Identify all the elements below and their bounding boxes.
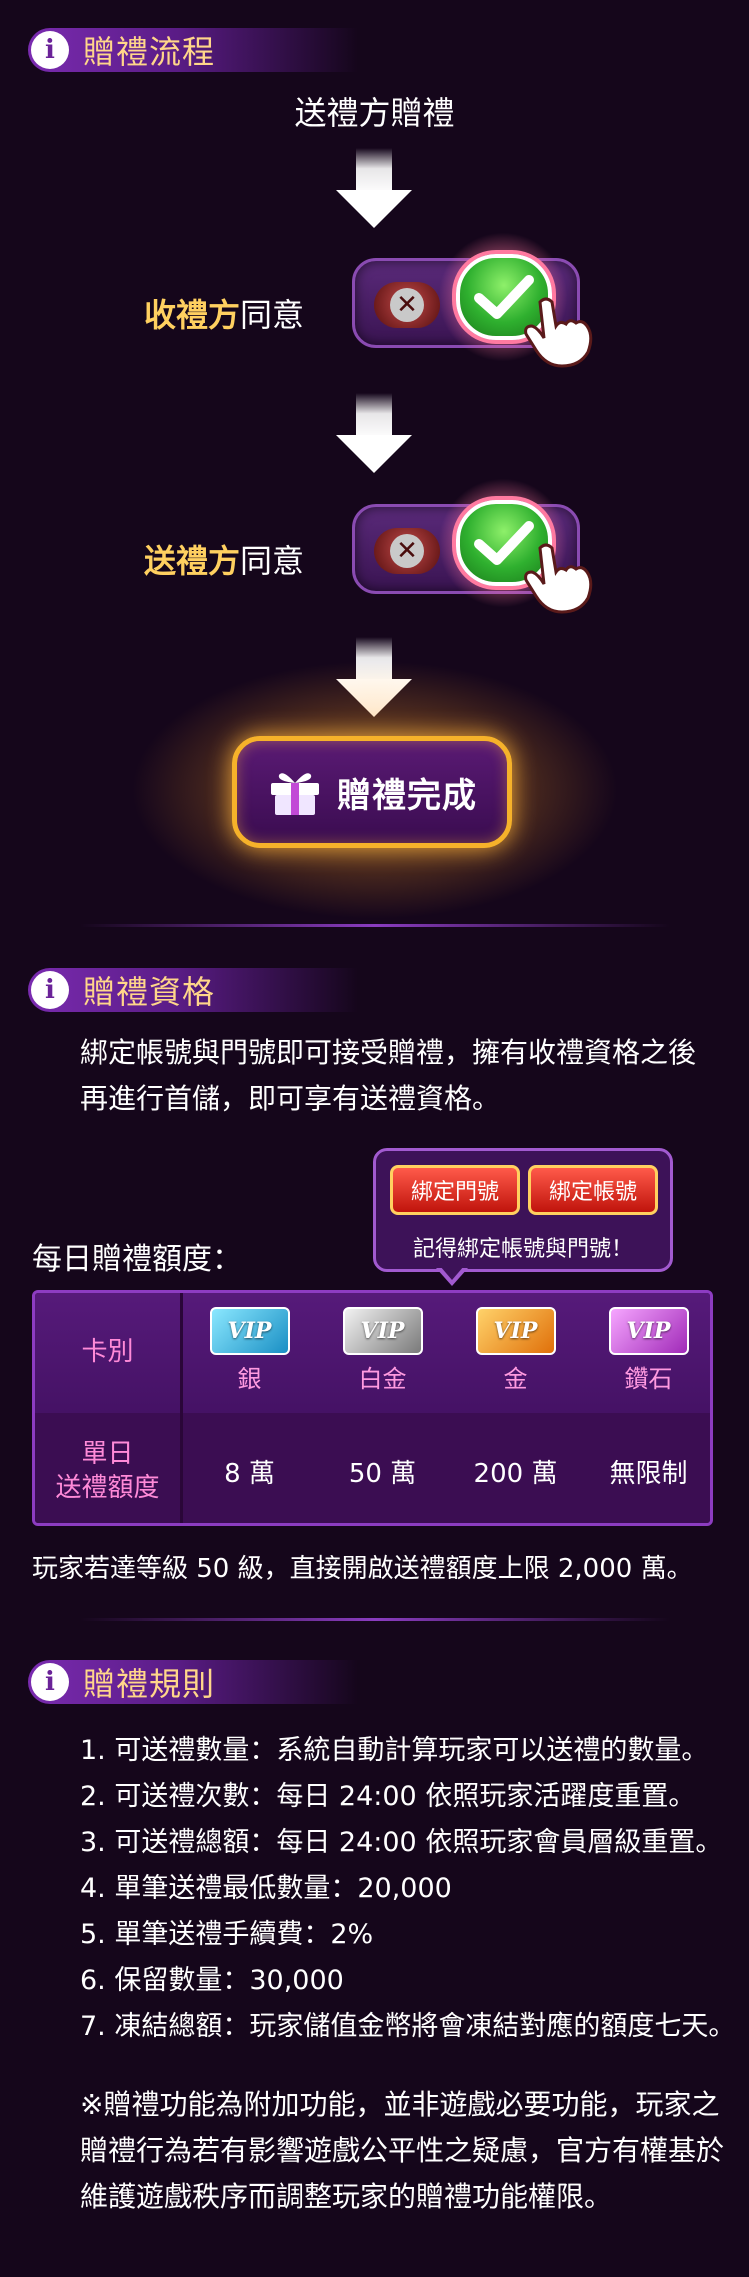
decline-button[interactable]: ✕ — [374, 528, 440, 574]
bind-reminder-tooltip: 綁定門號 綁定帳號 記得綁定帳號與門號！ — [373, 1148, 673, 1272]
header-daily-limit: 單日 送禮額度 — [55, 1439, 160, 1503]
list-item: 7. 凍結總額：玩家儲值金幣將會凍結對應的額度七天。 — [80, 2011, 736, 2042]
section-divider — [80, 1618, 670, 1621]
section-header-gift-flow: i 贈禮流程 — [28, 28, 358, 72]
gift-complete-label: 贈禮完成 — [337, 775, 477, 816]
rules-list: 1. 可送禮數量：系統自動計算玩家可以送禮的數量。 2. 可送禮次數：每日 24… — [80, 1728, 735, 2050]
list-item: 4. 單筆送禮最低數量：20,000 — [80, 1873, 452, 1904]
receiver-agree-control: ✕ — [352, 232, 602, 372]
section-title: 贈禮規則 — [83, 1665, 216, 1703]
step-sender-gift: 送禮方贈禮 — [294, 94, 455, 132]
vip-badge-icon: VIP — [475, 1307, 556, 1355]
tier-gold: VIP 金 — [449, 1307, 582, 1394]
tier-platinum: VIP 白金 — [316, 1307, 449, 1394]
list-item: 5. 單筆送禮手續費：2% — [80, 1919, 374, 1950]
close-icon: ✕ — [390, 534, 424, 568]
list-item: 1. 可送禮數量：系統自動計算玩家可以送禮的數量。 — [80, 1735, 709, 1766]
gift-complete-badge: 贈禮完成 — [232, 736, 512, 848]
limit-diamond: 無限制 — [609, 1459, 688, 1489]
arrow-down-icon — [336, 148, 412, 228]
limit-platinum: 50 萬 — [348, 1459, 417, 1489]
tier-diamond: VIP 鑽石 — [582, 1307, 710, 1394]
level-note: 玩家若達等級 50 級，直接開啟送禮額度上限 2,000 萬。 — [32, 1554, 693, 1584]
limit-gold: 200 萬 — [473, 1459, 558, 1489]
info-icon: i — [31, 1663, 69, 1701]
decline-button[interactable]: ✕ — [374, 282, 440, 328]
section-header-gift-rules: i 贈禮規則 — [28, 1660, 358, 1704]
bind-phone-button[interactable]: 綁定門號 — [390, 1165, 520, 1215]
qualification-text: 綁定帳號與門號即可接受贈禮，擁有收禮資格之後 再進行首儲，即可享有送禮資格。 — [80, 1036, 697, 1115]
limit-silver: 8 萬 — [224, 1459, 275, 1489]
header-tier: 卡別 — [81, 1337, 134, 1367]
vip-badge-icon: VIP — [342, 1307, 423, 1355]
list-item: 6. 保留數量：30,000 — [80, 1965, 344, 1996]
tier-silver: VIP 銀 — [183, 1307, 316, 1394]
disclaimer: ※贈禮功能為附加功能，並非遊戲必要功能，玩家之 贈禮行為若有影響遊戲公平性之疑慮… — [80, 2088, 725, 2213]
info-icon: i — [31, 31, 69, 69]
section-title: 贈禮流程 — [83, 33, 216, 71]
vip-badge-icon: VIP — [209, 1307, 290, 1355]
bind-reminder-text: 記得綁定帳號與門號！ — [412, 1237, 633, 1262]
sender-agree-control: ✕ — [352, 478, 602, 618]
arrow-down-icon — [336, 393, 412, 473]
bind-account-button[interactable]: 綁定帳號 — [528, 1165, 658, 1215]
list-item: 2. 可送禮次數：每日 24:00 依照玩家活躍度重置。 — [80, 1781, 696, 1812]
daily-limit-label: 每日贈禮額度： — [32, 1242, 242, 1277]
daily-gift-limit-table: 卡別 單日 送禮額度 VIP 銀 VIP 白金 VIP 金 VIP 鑽石 8 萬… — [32, 1290, 713, 1526]
gift-icon — [271, 773, 319, 815]
section-title: 贈禮資格 — [83, 973, 216, 1011]
section-divider — [80, 924, 670, 927]
vip-badge-icon: VIP — [608, 1307, 689, 1355]
info-icon: i — [31, 971, 69, 1009]
pointer-hand-icon — [524, 297, 593, 368]
pointer-hand-icon — [524, 543, 593, 614]
sender-agree-label: 送禮方同意 — [144, 542, 305, 580]
section-header-gift-qualification: i 贈禮資格 — [28, 968, 358, 1012]
close-icon: ✕ — [390, 288, 424, 322]
list-item: 3. 可送禮總額：每日 24:00 依照玩家會員層級重置。 — [80, 1827, 723, 1858]
receiver-agree-label: 收禮方同意 — [144, 296, 305, 334]
